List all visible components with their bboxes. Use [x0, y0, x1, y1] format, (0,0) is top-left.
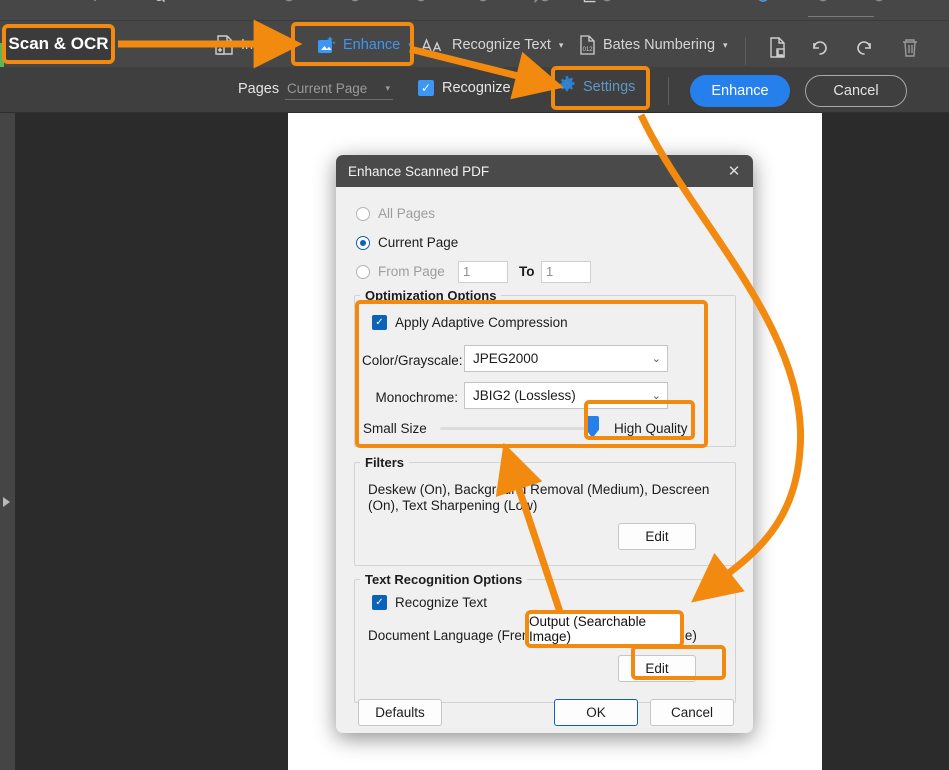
- to-page-input[interactable]: 1: [541, 261, 591, 283]
- rotate-counterclockwise-icon[interactable]: [807, 35, 833, 61]
- crop-icon[interactable]: [578, 0, 600, 8]
- scan-ocr-callout-label: Scan & OCR: [8, 34, 109, 53]
- pointer-icon[interactable]: [10, 0, 32, 8]
- main-toolbar: Insert ▾ Enhance ▾ Recognize Text ▾ 012 …: [0, 21, 949, 87]
- toolbar-separator: [745, 37, 746, 65]
- radio-indicator: [356, 264, 370, 279]
- dialog-title: Enhance Scanned PDF: [348, 163, 490, 179]
- chevron-down-icon: ▾: [558, 39, 564, 50]
- radio-indicator-selected: [356, 235, 370, 250]
- list-icon[interactable]: [210, 0, 232, 8]
- output-callout-label: Output (Searchable Image): [529, 614, 647, 644]
- to-label: To: [519, 264, 535, 279]
- defaults-button[interactable]: Defaults: [358, 699, 442, 726]
- checkmark-icon: ✓: [418, 80, 434, 96]
- from-page-input[interactable]: 1: [458, 261, 508, 283]
- toolbar-item-insert[interactable]: Insert ▾: [215, 30, 290, 60]
- recognize-text-icon: [420, 35, 446, 55]
- circle-icon-4[interactable]: [472, 0, 494, 8]
- radio-current-page-label: Current Page: [378, 235, 459, 250]
- radio-all-pages[interactable]: All Pages: [356, 206, 435, 221]
- toolbar-item-recognize-text-label: Recognize Text: [452, 37, 551, 53]
- document-language-text: Document Language (French): [368, 628, 549, 643]
- radio-from-page-label: From Page: [378, 264, 445, 279]
- circle-icon-2[interactable]: [344, 0, 366, 8]
- circle-icon-7[interactable]: [700, 0, 722, 8]
- dialog-cancel-button[interactable]: Cancel: [650, 699, 734, 726]
- filters-edit-button-label: Edit: [645, 529, 669, 544]
- toolbar-item-recognize-text[interactable]: Recognize Text ▾: [420, 30, 563, 60]
- scan-page-icon[interactable]: [765, 35, 791, 61]
- toolbar-divider-line: [808, 16, 874, 17]
- stamp-icon[interactable]: [634, 0, 656, 8]
- delete-trash-icon[interactable]: [897, 35, 923, 61]
- circle-icon-1[interactable]: [278, 0, 300, 8]
- cancel-button-label: Cancel: [833, 83, 879, 99]
- radio-indicator: [356, 206, 370, 221]
- svg-text:012: 012: [583, 47, 594, 53]
- radio-current-page[interactable]: Current Page: [356, 235, 458, 250]
- filters-edit-button[interactable]: Edit: [618, 523, 696, 550]
- recognize-text-checkbox-label: Recognize Text: [442, 80, 541, 96]
- pages-select[interactable]: Current Page ▾: [285, 78, 393, 100]
- radio-all-pages-label: All Pages: [378, 206, 436, 221]
- output-callout-chip: Output (Searchable Image): [525, 610, 684, 648]
- circle-icon-8[interactable]: [752, 0, 774, 8]
- circle-icon-3[interactable]: [410, 0, 432, 8]
- rotate-clockwise-icon[interactable]: [851, 35, 877, 61]
- circle-icon-10[interactable]: [868, 0, 890, 8]
- highlight-enhance-button: [291, 22, 414, 66]
- text-recognition-title: Text Recognition Options: [360, 572, 528, 587]
- filters-summary: Deskew (On), Background Removal (Medium)…: [368, 482, 710, 513]
- zoom-icon[interactable]: [148, 0, 170, 8]
- pages-label: Pages: [238, 81, 280, 97]
- defaults-button-label: Defaults: [375, 705, 425, 720]
- top-toolbar-strip: [0, 0, 949, 21]
- filters-title: Filters: [360, 455, 410, 470]
- highlight-text-recognition-edit: [631, 645, 726, 680]
- circle-icon-9[interactable]: [812, 0, 834, 8]
- comment-icon[interactable]: [527, 0, 549, 8]
- bates-numbering-icon: 012: [578, 34, 597, 56]
- cancel-button[interactable]: Cancel: [805, 75, 907, 107]
- dialog-titlebar: Enhance Scanned PDF ✕: [336, 155, 753, 187]
- recognize-text-dialog-label: Recognize Text: [395, 595, 488, 610]
- highlight-settings-button: [551, 66, 650, 110]
- filters-group: [354, 462, 736, 566]
- close-icon[interactable]: ✕: [725, 163, 743, 181]
- dialog-cancel-button-label: Cancel: [670, 705, 714, 720]
- pages-select-value: Current Page: [287, 81, 368, 96]
- recognize-text-dialog-checkbox[interactable]: ✓ Recognize Text: [372, 595, 487, 610]
- chevron-down-icon: ▾: [285, 39, 290, 50]
- download-icon[interactable]: [912, 0, 934, 8]
- left-navigation-rail[interactable]: [0, 113, 15, 770]
- screenshot-root: Insert ▾ Enhance ▾ Recognize Text ▾ 012 …: [0, 0, 949, 770]
- optionsbar-separator: [668, 77, 669, 105]
- radio-from-page[interactable]: From Page: [356, 264, 445, 279]
- recognize-text-checkbox[interactable]: ✓ Recognize Text: [418, 80, 541, 96]
- expand-panel-icon[interactable]: [3, 497, 10, 507]
- chevron-down-icon: ▾: [385, 83, 390, 93]
- insert-page-icon: [215, 34, 235, 56]
- scan-ocr-callout-chip: Scan & OCR: [2, 24, 115, 64]
- move-icon[interactable]: [84, 0, 106, 8]
- toolbar-item-bates-numbering-label: Bates Numbering: [603, 37, 716, 53]
- checkmark-icon: ✓: [372, 595, 387, 610]
- enhance-button[interactable]: Enhance: [690, 75, 790, 107]
- ok-button[interactable]: OK: [554, 699, 638, 726]
- highlight-high-quality: [584, 400, 695, 440]
- ok-button-label: OK: [586, 705, 606, 720]
- chevron-down-icon: ▾: [723, 39, 728, 50]
- enhance-button-label: Enhance: [711, 83, 769, 99]
- toolbar-item-bates-numbering[interactable]: 012 Bates Numbering ▾: [578, 30, 728, 60]
- toolbar-item-insert-label: Insert: [241, 37, 278, 53]
